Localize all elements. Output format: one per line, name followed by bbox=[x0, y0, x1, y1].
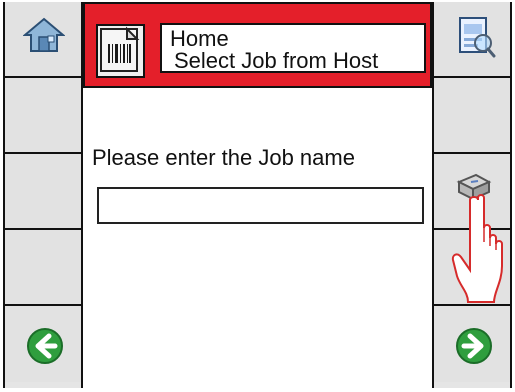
page-title-line2: Select Job from Host bbox=[174, 48, 379, 73]
back-button[interactable] bbox=[5, 306, 81, 382]
right-blank-button-1[interactable] bbox=[434, 78, 510, 154]
job-document-icon bbox=[96, 24, 145, 78]
job-name-input[interactable] bbox=[97, 187, 424, 224]
left-blank-button-3[interactable] bbox=[5, 230, 81, 306]
forward-button[interactable] bbox=[434, 306, 510, 382]
back-arrow-icon bbox=[25, 326, 65, 366]
left-blank-button-2[interactable] bbox=[5, 154, 81, 230]
page-title: Home Select Job from Host bbox=[160, 23, 426, 73]
page-title-line1: Home bbox=[170, 26, 229, 51]
forward-arrow-icon bbox=[454, 326, 494, 366]
left-button-column bbox=[3, 2, 83, 388]
home-icon bbox=[23, 15, 65, 57]
document-search-button[interactable] bbox=[434, 2, 510, 78]
job-name-prompt: Please enter the Job name bbox=[92, 145, 355, 170]
left-blank-button-1[interactable] bbox=[5, 78, 81, 154]
screen: Home Select Job from Host Please enter t… bbox=[0, 0, 515, 392]
pointing-hand-icon bbox=[450, 190, 514, 311]
document-search-icon bbox=[454, 14, 496, 60]
home-button[interactable] bbox=[5, 2, 81, 78]
